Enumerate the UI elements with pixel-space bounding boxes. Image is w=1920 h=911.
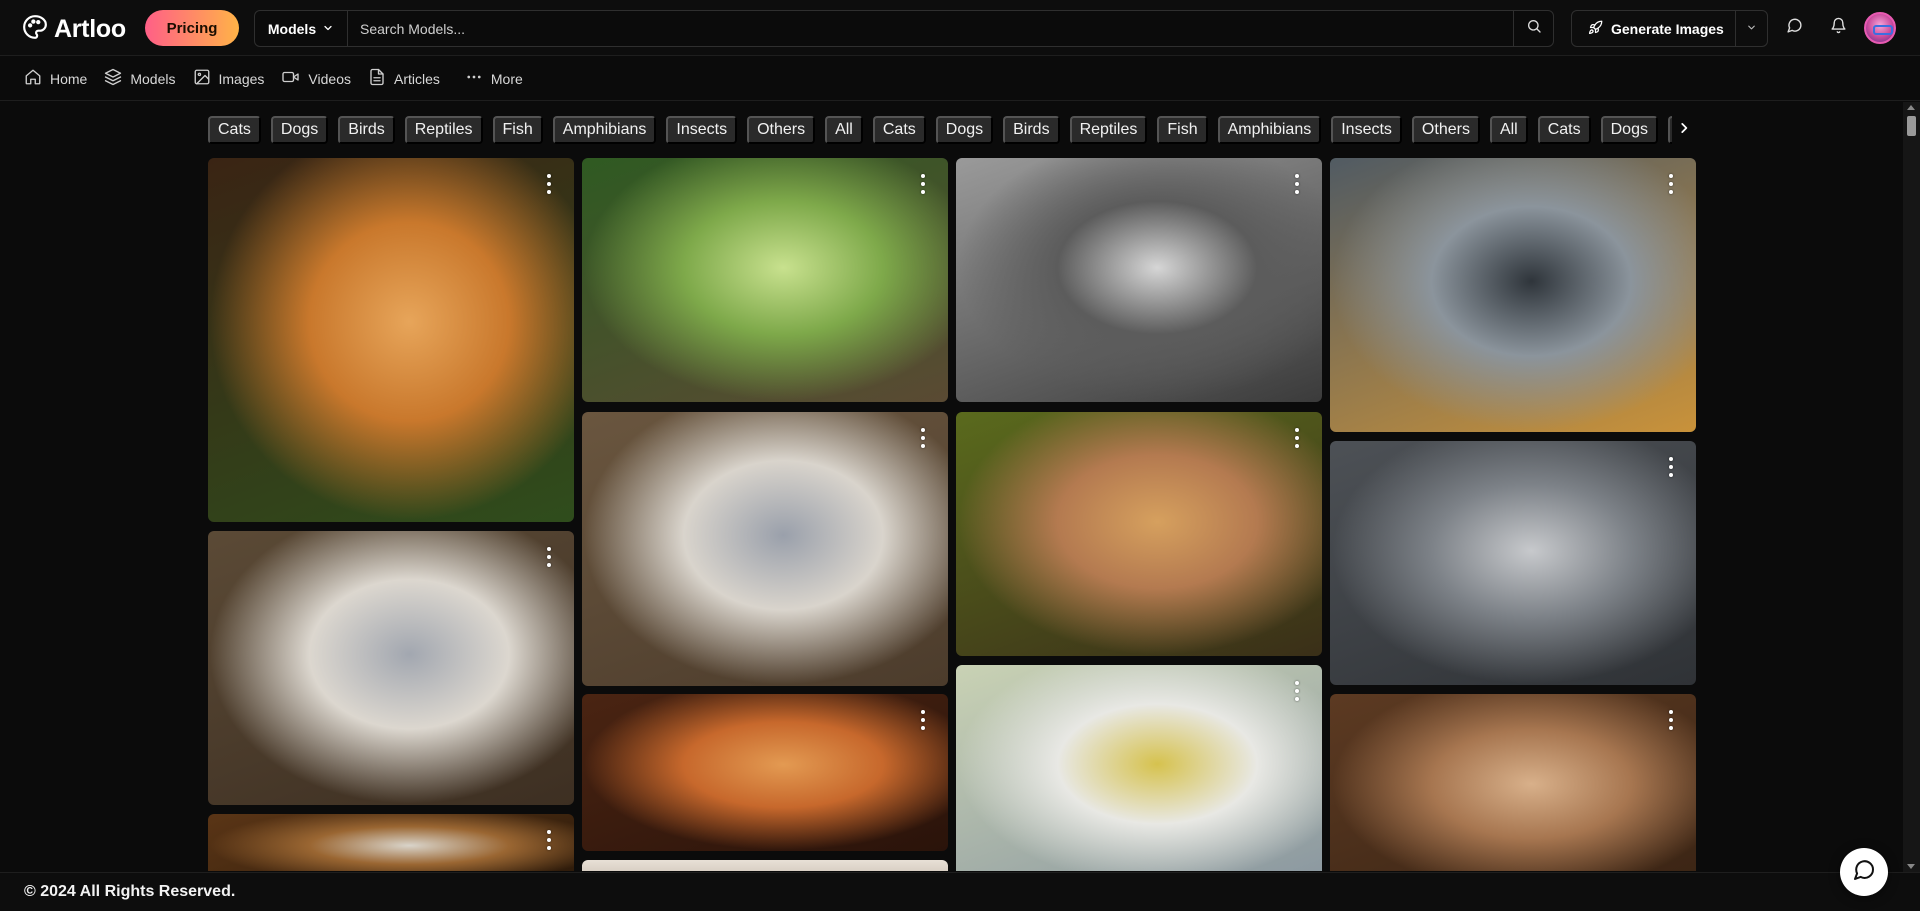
gallery-image-card[interactable]: [956, 665, 1322, 871]
more-vertical-icon[interactable]: [1668, 174, 1674, 194]
nav-item-label: Home: [50, 70, 88, 87]
nav-item-label: More: [490, 70, 523, 87]
category-chip[interactable]: Dogs: [1600, 116, 1658, 144]
category-chip[interactable]: Dogs: [935, 116, 994, 144]
category-chip[interactable]: Fish: [492, 116, 543, 144]
artloo-logo[interactable]: Artloo: [22, 14, 126, 45]
gallery-image-card[interactable]: [956, 158, 1322, 402]
rocket-icon: [1588, 20, 1603, 38]
generate-group: Generate Images: [1571, 10, 1768, 47]
home-icon: [24, 68, 42, 89]
category-chip[interactable]: Insects: [666, 116, 738, 144]
more-vertical-icon[interactable]: [1668, 457, 1674, 477]
page-scrollbar[interactable]: [1903, 102, 1920, 872]
scrollbar-thumb[interactable]: [1907, 116, 1916, 136]
category-chip[interactable]: Cats: [208, 116, 261, 144]
nav-item-label: Images: [218, 70, 265, 87]
more-vertical-icon[interactable]: [546, 830, 552, 850]
search-bar: Models: [254, 10, 1554, 47]
palette-icon: [22, 14, 48, 45]
document-icon: [368, 68, 386, 89]
category-chip[interactable]: Cats: [1537, 116, 1591, 144]
gallery-image-card[interactable]: [582, 694, 948, 851]
copyright-text: © 2024 All Rights Reserved.: [24, 883, 236, 900]
layers-icon: [104, 68, 122, 89]
models-select[interactable]: Models: [255, 11, 348, 46]
category-filter-bar: Cats Dogs Birds Reptiles Fish Amphibians Insec…: [208, 116, 1696, 144]
more-vertical-icon[interactable]: [920, 710, 926, 730]
bell-icon: [1830, 17, 1847, 39]
more-vertical-icon[interactable]: [1668, 710, 1674, 730]
gallery-image-card[interactable]: [582, 412, 948, 686]
top-bar: Artloo Pricing Models Generate: [0, 0, 1920, 56]
nav-item-label: Articles: [393, 70, 440, 87]
nav-item-videos[interactable]: Videos: [281, 57, 351, 100]
gallery-image-card[interactable]: [1330, 158, 1696, 432]
nav-item-articles[interactable]: Articles: [368, 57, 440, 100]
category-chip[interactable]: All: [1489, 116, 1528, 144]
gallery-image-card[interactable]: [582, 158, 948, 402]
chevron-right-icon: [1677, 120, 1691, 141]
gallery-image-card[interactable]: [208, 814, 574, 871]
support-chat-button[interactable]: [1840, 848, 1888, 896]
category-chip[interactable]: Birds: [338, 116, 395, 144]
nav-item-label: Videos: [308, 70, 351, 87]
notifications-button[interactable]: [1826, 16, 1850, 40]
more-vertical-icon[interactable]: [546, 547, 552, 567]
scroll-down-arrow[interactable]: [1907, 864, 1915, 869]
search-input[interactable]: [348, 11, 1513, 46]
gallery-image-card[interactable]: [1330, 441, 1696, 685]
gallery-image-card[interactable]: [1330, 694, 1696, 871]
search-icon: [1526, 18, 1542, 39]
category-chip[interactable]: Others: [1411, 116, 1480, 144]
chevron-down-icon: [1746, 20, 1757, 38]
gallery-image-card[interactable]: [956, 412, 1322, 656]
footer: © 2024 All Rights Reserved.: [0, 872, 1920, 911]
nav-item-home[interactable]: Home: [24, 57, 87, 100]
more-vertical-icon[interactable]: [1294, 174, 1300, 194]
more-vertical-icon[interactable]: [1294, 681, 1300, 701]
chat-bubble-icon: [1852, 858, 1876, 887]
pricing-button[interactable]: Pricing: [145, 10, 239, 46]
category-chip[interactable]: Others: [747, 116, 816, 144]
image-gallery: [208, 158, 1696, 871]
category-chip[interactable]: Insects: [1331, 116, 1402, 144]
image-icon: [193, 68, 211, 89]
nav-item-images[interactable]: Images: [193, 57, 265, 100]
category-chip[interactable]: Birds: [1003, 116, 1060, 144]
video-camera-icon: [281, 68, 300, 89]
category-chip[interactable]: Cats: [872, 116, 926, 144]
gallery-image-card[interactable]: [208, 158, 574, 522]
more-horizontal-icon: [465, 68, 483, 89]
models-select-label: Models: [267, 20, 317, 37]
category-chip[interactable]: Fish: [1157, 116, 1208, 144]
more-vertical-icon[interactable]: [1294, 428, 1300, 448]
category-chip[interactable]: Reptiles: [404, 116, 483, 144]
category-chip[interactable]: Reptiles: [1069, 116, 1148, 144]
chat-bubble-icon: [1786, 17, 1803, 39]
user-avatar[interactable]: [1864, 12, 1896, 44]
scroll-up-arrow[interactable]: [1907, 105, 1915, 110]
nav-item-models[interactable]: Models: [104, 57, 176, 100]
gallery-image-card[interactable]: [582, 860, 948, 871]
generate-images-label: Generate Images: [1611, 20, 1724, 37]
chips-scroll-right-button[interactable]: [1672, 116, 1696, 144]
more-vertical-icon[interactable]: [920, 174, 926, 194]
generate-images-button[interactable]: Generate Images: [1572, 11, 1735, 46]
logo-text: Artloo: [54, 15, 126, 43]
chat-button[interactable]: [1782, 16, 1806, 40]
nav-item-label: Models: [130, 70, 176, 87]
gallery-image-card[interactable]: [208, 531, 574, 805]
more-vertical-icon[interactable]: [920, 428, 926, 448]
nav-item-more[interactable]: More: [465, 57, 523, 100]
category-chip[interactable]: Amphibians: [552, 116, 657, 144]
category-chip[interactable]: All: [825, 116, 863, 144]
chevron-down-icon: [322, 21, 334, 37]
main-nav: Home Models Images Videos Articles More: [0, 57, 1920, 101]
search-button[interactable]: [1513, 11, 1553, 46]
generate-options-dropdown[interactable]: [1735, 11, 1767, 46]
category-chip[interactable]: Dogs: [270, 116, 329, 144]
category-chip[interactable]: Amphibians: [1217, 116, 1322, 144]
more-vertical-icon[interactable]: [546, 174, 552, 194]
